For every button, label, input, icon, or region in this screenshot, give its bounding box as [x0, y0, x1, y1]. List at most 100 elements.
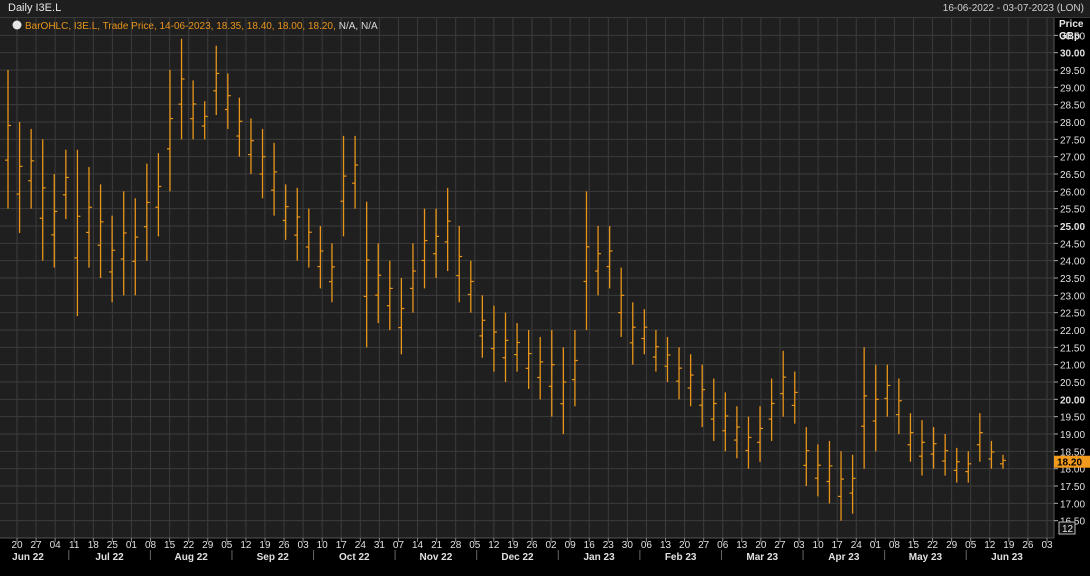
price-chart[interactable]: Price GBp 16.5017.0017.5018.0018.5019.00…	[0, 18, 1090, 576]
x-day-label: 15	[908, 540, 920, 551]
x-day-label: 23	[603, 540, 615, 551]
x-month-label: Jul 22	[95, 552, 124, 563]
y-tick-label: 29.50	[1060, 66, 1085, 77]
y-axis-panel	[1054, 18, 1090, 558]
x-day-label: 03	[1041, 540, 1053, 551]
x-month-label: Mar 23	[746, 552, 778, 563]
x-day-label: 29	[946, 540, 958, 551]
x-day-label: 27	[698, 540, 710, 551]
y-tick-label: 30.00	[1060, 49, 1085, 60]
y-tick-label: 23.50	[1060, 274, 1085, 285]
x-day-label: 17	[832, 540, 844, 551]
y-tick-label: 22.50	[1060, 309, 1085, 320]
y-tick-label: 19.00	[1060, 430, 1085, 441]
x-day-label: 05	[221, 540, 233, 551]
x-day-label: 16	[584, 540, 596, 551]
last-price-label: 18.20	[1057, 458, 1082, 469]
y-tick-label: 25.00	[1060, 222, 1085, 233]
x-day-label: 20	[755, 540, 767, 551]
price-unit-label: Price	[1059, 19, 1084, 30]
x-axis-day-labels: 20 27 04 11 18 25 01 08 15 22 29 05 12 19 26 03 10 17 24 31…	[11, 538, 1053, 551]
x-month-label: Feb 23	[665, 552, 697, 563]
y-tick-label: 20.50	[1060, 378, 1085, 389]
y-tick-label: 24.50	[1060, 239, 1085, 250]
x-day-label: 31	[374, 540, 386, 551]
x-day-label: 19	[1003, 540, 1015, 551]
x-month-label: Jun 23	[991, 552, 1023, 563]
x-day-label: 19	[259, 540, 271, 551]
x-day-label: 09	[565, 540, 577, 551]
x-day-label: 28	[450, 540, 462, 551]
x-day-label: 29	[202, 540, 214, 551]
x-day-label: 15	[164, 540, 176, 551]
x-day-label: 18	[88, 540, 100, 551]
y-tick-label: 29.00	[1060, 83, 1085, 94]
title-bar: Daily I3E.L 16-06-2022 - 03-07-2023 (LON…	[0, 0, 1090, 18]
x-day-label: 13	[736, 540, 748, 551]
legend-icon[interactable]	[12, 20, 22, 30]
x-month-label: Dec 22	[501, 552, 534, 563]
y-tick-label: 27.00	[1060, 153, 1085, 164]
y-tick-label: 17.50	[1060, 482, 1085, 493]
y-tick-label: 26.50	[1060, 170, 1085, 181]
x-axis-month-labels: Jun 22 Jul 22 Aug 22 Sep 22 Oct 22 Nov 22 Dec …	[12, 550, 1023, 563]
y-tick-label: 20.00	[1060, 395, 1085, 406]
x-day-label: 27	[774, 540, 786, 551]
y-tick-label: 22.00	[1060, 326, 1085, 337]
x-day-label: 02	[546, 540, 558, 551]
x-day-label: 17	[336, 540, 348, 551]
corner-badge[interactable]: 12	[1058, 521, 1076, 535]
x-day-label: 20	[679, 540, 691, 551]
y-tick-label: 23.00	[1060, 291, 1085, 302]
x-day-label: 04	[50, 540, 62, 551]
x-month-label: Apr 23	[828, 552, 860, 563]
x-month-label: May 23	[909, 552, 943, 563]
x-day-label: 08	[889, 540, 901, 551]
x-month-label: Jun 22	[12, 552, 44, 563]
x-day-label: 06	[641, 540, 653, 551]
x-day-label: 27	[31, 540, 43, 551]
x-day-label: 01	[126, 540, 138, 551]
y-tick-label: 26.00	[1060, 187, 1085, 198]
x-day-label: 13	[660, 540, 672, 551]
x-day-label: 25	[107, 540, 119, 551]
x-day-label: 12	[488, 540, 500, 551]
y-tick-label: 19.50	[1060, 413, 1085, 424]
x-day-label: 22	[927, 540, 939, 551]
y-tick-label: 30.50	[1060, 31, 1085, 42]
y-tick-label: 28.00	[1060, 118, 1085, 129]
x-day-label: 30	[622, 540, 634, 551]
x-month-label: Sep 22	[257, 552, 290, 563]
x-day-label: 11	[69, 540, 80, 551]
y-tick-label: 28.50	[1060, 101, 1085, 112]
corner-badge-label: 12	[1062, 524, 1074, 535]
x-month-label: Oct 22	[339, 552, 370, 563]
x-day-label: 21	[431, 540, 443, 551]
legend[interactable]: BarOHLC, I3E.L, Trade Price, 14-06-2023,…	[12, 20, 378, 33]
last-price-marker: 18.20	[1054, 455, 1090, 469]
x-day-label: 26	[278, 540, 290, 551]
x-day-label: 20	[11, 540, 23, 551]
y-tick-label: 21.00	[1060, 361, 1085, 372]
y-tick-label: 17.00	[1060, 499, 1085, 510]
chart-window: Daily I3E.L 16-06-2022 - 03-07-2023 (LON…	[0, 0, 1090, 576]
x-day-label: 07	[393, 540, 405, 551]
y-tick-label: 25.50	[1060, 205, 1085, 216]
x-month-label: Aug 22	[174, 552, 208, 563]
chart-title: Daily I3E.L	[8, 2, 62, 14]
x-month-label: Jan 23	[584, 552, 616, 563]
x-day-label: 10	[813, 540, 825, 551]
x-day-label: 24	[851, 540, 863, 551]
x-day-label: 14	[412, 540, 424, 551]
x-day-label: 19	[507, 540, 519, 551]
x-day-label: 06	[717, 540, 729, 551]
x-month-label: Nov 22	[420, 552, 453, 563]
x-day-label: 03	[793, 540, 805, 551]
x-day-label: 08	[145, 540, 157, 551]
x-day-label: 12	[984, 540, 996, 551]
date-range: 16-06-2022 - 03-07-2023 (LON)	[942, 3, 1084, 14]
legend-suffix: N/A, N/A	[339, 21, 378, 32]
x-day-label: 24	[355, 540, 367, 551]
x-day-label: 01	[870, 540, 882, 551]
x-day-label: 22	[183, 540, 195, 551]
